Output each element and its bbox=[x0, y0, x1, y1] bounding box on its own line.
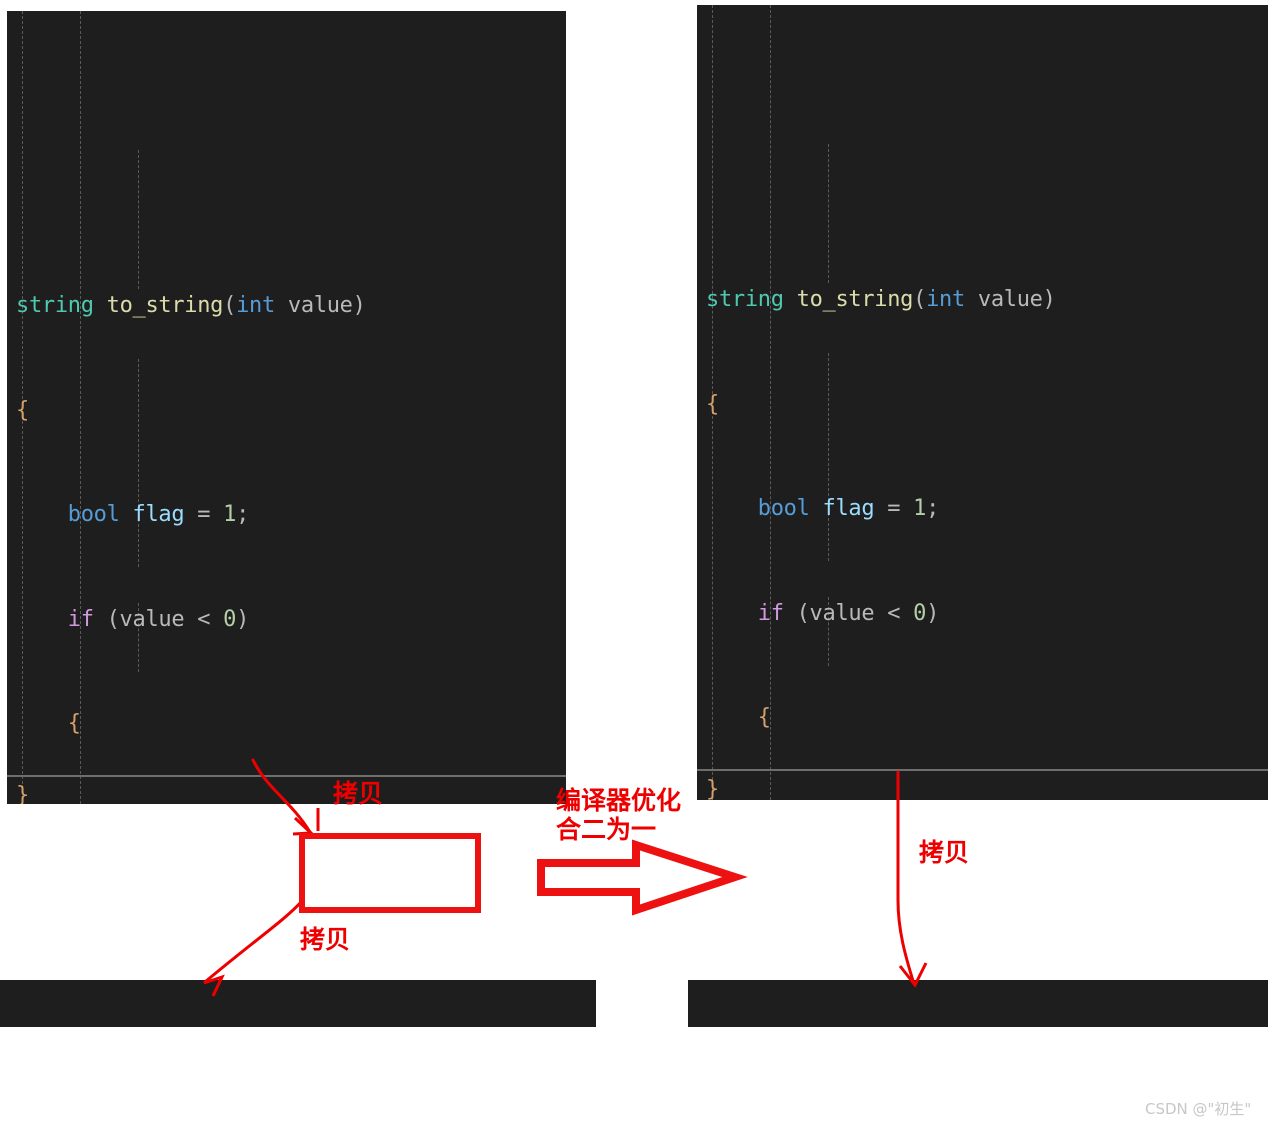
code-line: if (value < 0) bbox=[67, 606, 250, 632]
compiler-optimization-arrow bbox=[537, 839, 748, 916]
code-line: } bbox=[706, 777, 719, 800]
editor-separator-rule bbox=[7, 775, 566, 777]
annotation-copy-top-left: 拷贝 bbox=[333, 779, 384, 808]
temporary-object-box bbox=[299, 833, 481, 913]
bottom-right-code-panel[interactable]: yjm::string ret = yjm::to_string(1234) /… bbox=[688, 980, 1268, 1027]
code-line: { bbox=[757, 704, 771, 730]
bottom-left-code-panel[interactable]: yjm::string ret = yjm::to_string(1234); … bbox=[0, 980, 596, 1027]
code-line: if (value < 0) bbox=[757, 600, 940, 626]
code-line: { bbox=[67, 710, 81, 736]
annotation-compiler-optimize: 编译器优化 bbox=[556, 786, 682, 815]
left-code-panel[interactable]: string to_string(int value) { bool flag … bbox=[7, 11, 566, 804]
code-line: string to_string(int value) bbox=[16, 293, 366, 319]
csdn-watermark: CSDN @"初生" bbox=[1145, 1100, 1252, 1118]
editor-separator-rule bbox=[697, 769, 1268, 771]
annotation-copy-bottom-left: 拷贝 bbox=[300, 925, 351, 954]
annotation-copy-right: 拷贝 bbox=[919, 838, 970, 867]
code-line: bool flag = 1; bbox=[67, 502, 250, 528]
right-code-panel[interactable]: string to_string(int value) { bool flag … bbox=[697, 5, 1268, 800]
code-line: { bbox=[706, 391, 719, 417]
annotation-merge-two-into-one: 合二为一 bbox=[556, 815, 657, 844]
code-line: } bbox=[16, 783, 29, 804]
code-line: bool flag = 1; bbox=[757, 496, 940, 522]
code-line: { bbox=[16, 397, 29, 423]
copy-arrow-right bbox=[896, 770, 928, 988]
code-line: string to_string(int value) bbox=[706, 287, 1056, 313]
